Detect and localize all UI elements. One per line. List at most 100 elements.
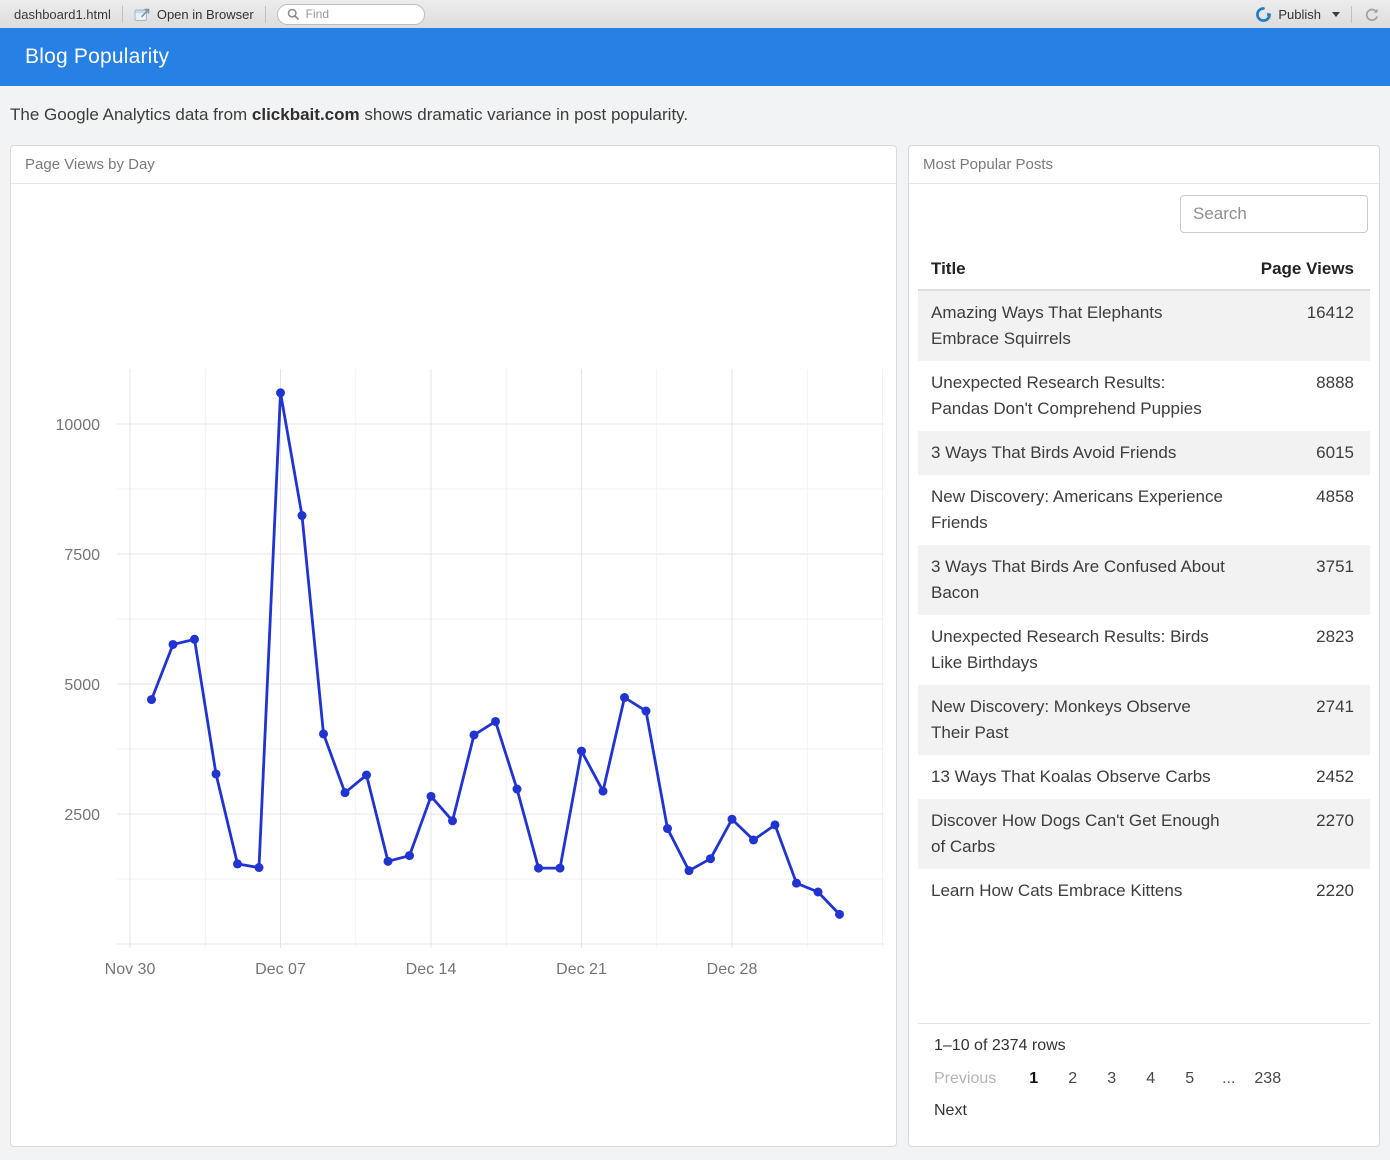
page-button[interactable]: 5	[1170, 1070, 1209, 1088]
chart-point-dec-03[interactable]	[190, 635, 199, 644]
page-views-cell: 16412	[1226, 300, 1354, 352]
main-content: Page Views by Day 25005000750010000Nov 3…	[10, 145, 1380, 1147]
post-title-cell: New Discovery: Monkeys Observe Their Pas…	[931, 694, 1226, 746]
find-box[interactable]	[277, 4, 425, 25]
page-views-cell: 2270	[1226, 808, 1354, 860]
post-title-cell: Unexpected Research Results: Birds Like …	[931, 624, 1226, 676]
table-pagination: 1–10 of 2374 rows Previous12345...238 Ne…	[918, 1023, 1370, 1146]
chart-point-jan-01[interactable]	[814, 888, 823, 897]
chart-point-dec-21[interactable]	[577, 747, 586, 756]
chart-point-dec-02[interactable]	[169, 640, 178, 649]
file-tab[interactable]: dashboard1.html	[14, 7, 111, 22]
chart-card: Page Views by Day 25005000750010000Nov 3…	[10, 145, 897, 1147]
column-header-page-views[interactable]: Page Views	[1226, 259, 1354, 279]
post-title-cell: New Discovery: Americans Experience Frie…	[931, 484, 1226, 536]
page-views-cell: 2452	[1226, 764, 1354, 790]
table-row: Amazing Ways That Elephants Embrace Squi…	[918, 291, 1370, 361]
page-button[interactable]: 3	[1092, 1070, 1131, 1088]
next-page-button[interactable]: Next	[934, 1102, 967, 1119]
chart-point-dec-14[interactable]	[427, 792, 436, 801]
page-views-line-chart[interactable]: 25005000750010000Nov 30Dec 07Dec 14Dec 2…	[11, 184, 896, 1146]
open-in-browser-button[interactable]: Open in Browser	[134, 7, 254, 22]
chart-point-jan-02[interactable]	[835, 910, 844, 919]
page-views-cell: 6015	[1226, 440, 1354, 466]
y-axis-tick-label: 7500	[64, 547, 100, 564]
chart-card-title: Page Views by Day	[25, 156, 155, 173]
chart-point-dec-13[interactable]	[405, 851, 414, 860]
chevron-down-icon	[1332, 12, 1340, 17]
chart-point-dec-26[interactable]	[685, 866, 694, 875]
chart-point-dec-30[interactable]	[771, 820, 780, 829]
chart-point-dec-19[interactable]	[534, 864, 543, 873]
chart-point-dec-24[interactable]	[642, 707, 651, 716]
chart-point-dec-16[interactable]	[470, 730, 479, 739]
chart-card-header: Page Views by Day	[11, 146, 896, 184]
chart-point-dec-23[interactable]	[620, 693, 629, 702]
chart-point-dec-08[interactable]	[298, 511, 307, 520]
table-header-row: Title Page Views	[918, 249, 1370, 291]
chart-card-body: 25005000750010000Nov 30Dec 07Dec 14Dec 2…	[11, 184, 896, 1146]
chart-point-dec-31[interactable]	[792, 879, 801, 888]
chart-point-dec-18[interactable]	[513, 785, 522, 794]
chart-point-dec-05[interactable]	[233, 859, 242, 868]
page-button[interactable]: 2	[1053, 1070, 1092, 1088]
page-button[interactable]: 4	[1131, 1070, 1170, 1088]
post-title-cell: 13 Ways That Koalas Observe Carbs	[931, 764, 1226, 790]
page-views-cell: 2741	[1226, 694, 1354, 746]
table-search-input[interactable]	[1180, 195, 1368, 233]
chart-point-dec-29[interactable]	[749, 836, 758, 845]
chart-point-dec-07[interactable]	[276, 388, 285, 397]
open-in-browser-icon	[134, 7, 151, 22]
chart-point-dec-09[interactable]	[319, 729, 328, 738]
chart-point-dec-04[interactable]	[212, 769, 221, 778]
publish-button[interactable]: Publish	[1255, 6, 1340, 23]
find-input[interactable]	[306, 7, 415, 21]
posts-table: Title Page Views Amazing Ways That Eleph…	[918, 249, 1370, 913]
refresh-button[interactable]	[1363, 6, 1380, 23]
dashboard-navbar: Blog Popularity	[0, 28, 1390, 86]
post-title-cell: Learn How Cats Embrace Kittens	[931, 878, 1226, 904]
chart-point-dec-20[interactable]	[556, 864, 565, 873]
publish-icon	[1255, 6, 1272, 23]
chart-point-dec-11[interactable]	[362, 771, 371, 780]
y-axis-tick-label: 5000	[64, 677, 100, 694]
table-rows: Amazing Ways That Elephants Embrace Squi…	[918, 291, 1370, 913]
chart-point-dec-01[interactable]	[147, 695, 156, 704]
toolbar-separator	[1351, 6, 1352, 23]
y-axis-tick-label: 10000	[56, 417, 101, 434]
post-title-cell: 3 Ways That Birds Avoid Friends	[931, 440, 1226, 466]
open-in-browser-label: Open in Browser	[157, 7, 254, 22]
post-title-cell: Unexpected Research Results: Pandas Don'…	[931, 370, 1226, 422]
chart-point-dec-28[interactable]	[728, 815, 737, 824]
chart-point-dec-15[interactable]	[448, 816, 457, 825]
chart-point-dec-12[interactable]	[384, 857, 393, 866]
table-row: Unexpected Research Results: Birds Like …	[918, 615, 1370, 685]
chart-point-dec-22[interactable]	[599, 787, 608, 796]
chart-point-dec-17[interactable]	[491, 717, 500, 726]
page-views-cell: 2823	[1226, 624, 1354, 676]
x-axis-tick-label: Dec 14	[406, 961, 457, 978]
table-row: Learn How Cats Embrace Kittens2220	[918, 869, 1370, 913]
subtitle-brand: clickbait.com	[252, 105, 360, 124]
chart-line	[152, 393, 840, 915]
y-axis-tick-label: 2500	[64, 807, 100, 824]
column-header-title[interactable]: Title	[931, 259, 1226, 279]
chart-point-dec-06[interactable]	[255, 863, 264, 872]
search-icon	[287, 8, 300, 21]
x-axis-tick-label: Dec 07	[255, 961, 306, 978]
table-row: 3 Ways That Birds Avoid Friends6015	[918, 431, 1370, 475]
page-views-cell: 3751	[1226, 554, 1354, 606]
page-button-current[interactable]: 1	[1014, 1070, 1053, 1088]
x-axis-tick-label: Dec 21	[556, 961, 607, 978]
table-search-row	[909, 184, 1379, 233]
chart-point-dec-10[interactable]	[341, 788, 350, 797]
chart-point-dec-25[interactable]	[663, 824, 672, 833]
page-title: Blog Popularity	[25, 45, 169, 69]
page-button[interactable]: 238	[1248, 1070, 1287, 1088]
publish-label: Publish	[1278, 7, 1321, 22]
pagination-next-row: Next	[934, 1102, 1354, 1120]
page-views-cell: 2220	[1226, 878, 1354, 904]
dashboard-subtitle: The Google Analytics data from clickbait…	[0, 86, 1390, 143]
chart-point-dec-27[interactable]	[706, 854, 715, 863]
post-title-cell: Amazing Ways That Elephants Embrace Squi…	[931, 300, 1226, 352]
